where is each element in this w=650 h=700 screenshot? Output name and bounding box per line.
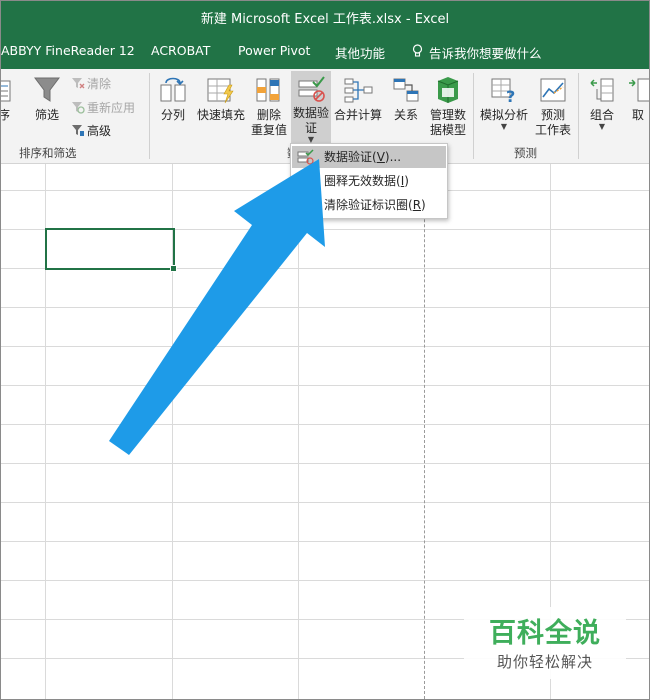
arrow-shape xyxy=(109,159,325,455)
watermark: 百科全说 助你轻松解决 xyxy=(464,607,626,679)
watermark-subtitle: 助你轻松解决 xyxy=(496,653,593,671)
excel-window: 新建 Microsoft Excel 工作表.xlsx - Excel ABBY… xyxy=(0,0,650,700)
pointer-arrow xyxy=(109,159,325,455)
watermark-title: 百科全说 xyxy=(489,618,601,649)
